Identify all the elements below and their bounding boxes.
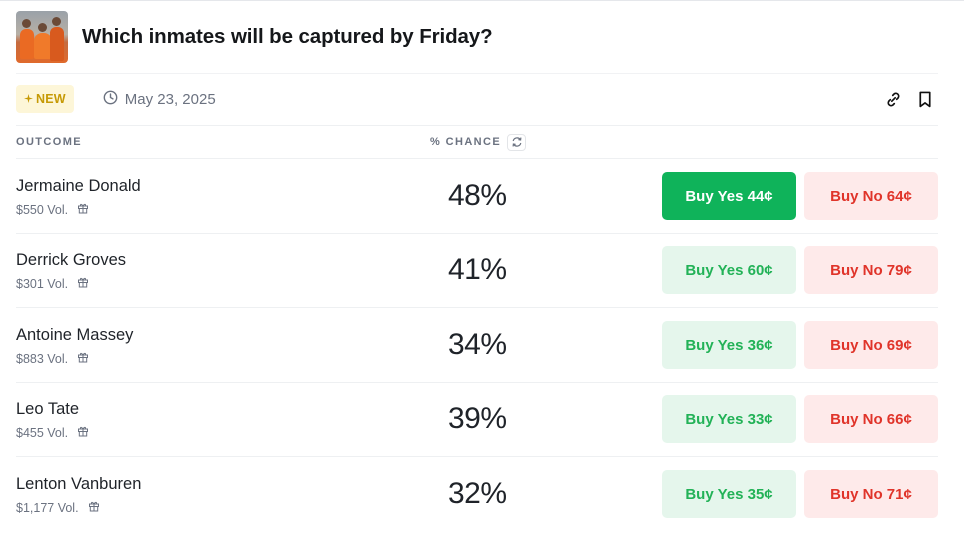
- buy-yes-button[interactable]: Buy Yes 33¢: [662, 395, 796, 443]
- buy-no-button[interactable]: Buy No 71¢: [804, 470, 938, 518]
- gift-icon[interactable]: [77, 202, 89, 217]
- market-title: Which inmates will be captured by Friday…: [82, 25, 493, 48]
- meta-divider: [16, 125, 938, 126]
- market-date: May 23, 2025: [103, 90, 216, 109]
- volume-text: $1,177 Vol.: [16, 500, 79, 515]
- buy-no-button[interactable]: Buy No 69¢: [804, 321, 938, 369]
- market-header: Which inmates will be captured by Friday…: [16, 11, 493, 63]
- buy-no-button[interactable]: Buy No 64¢: [804, 172, 938, 220]
- outcome-name: Lenton Vanburen: [16, 475, 142, 493]
- table-row: Leo Tate $455 Vol. 39% Buy Yes 33¢ Buy N…: [16, 382, 938, 456]
- market-meta-bar: NEW May 23, 2025: [16, 85, 938, 113]
- outcome-volume: $455 Vol.: [16, 425, 89, 440]
- outcome-chance: 39%: [448, 402, 507, 435]
- gift-icon[interactable]: [88, 500, 100, 515]
- buy-yes-button[interactable]: Buy Yes 60¢: [662, 246, 796, 294]
- outcome-chance: 32%: [448, 477, 507, 510]
- table-row: Antoine Massey $883 Vol. 34% Buy Yes 36¢…: [16, 308, 938, 382]
- outcome-name: Derrick Groves: [16, 251, 127, 269]
- outcome-volume: $301 Vol.: [16, 276, 89, 291]
- clock-icon: [103, 90, 118, 109]
- volume-text: $550 Vol.: [16, 202, 69, 217]
- market-actions: [884, 90, 934, 108]
- outcome-column-header: OUTCOME: [16, 136, 83, 148]
- outcome-name: Jermaine Donald: [16, 177, 141, 195]
- outcome-name: Leo Tate: [16, 400, 80, 418]
- sparkle-icon: [24, 92, 33, 106]
- link-icon[interactable]: [884, 90, 902, 108]
- gift-icon[interactable]: [77, 351, 89, 366]
- new-badge: NEW: [16, 85, 74, 113]
- buy-yes-button[interactable]: Buy Yes 44¢: [662, 172, 796, 220]
- new-badge-label: NEW: [36, 92, 66, 106]
- buy-no-button[interactable]: Buy No 79¢: [804, 246, 938, 294]
- volume-text: $455 Vol.: [16, 425, 69, 440]
- table-row: Jermaine Donald $550 Vol. 48% Buy Yes 44…: [16, 159, 938, 233]
- gift-icon[interactable]: [77, 425, 89, 440]
- outcome-name: Antoine Massey: [16, 326, 134, 344]
- table-row: Derrick Groves $301 Vol. 41% Buy Yes 60¢…: [16, 233, 938, 307]
- chance-column-header: % CHANCE: [430, 133, 527, 151]
- gift-icon[interactable]: [77, 276, 89, 291]
- header-divider: [16, 73, 938, 74]
- outcome-chance: 48%: [448, 179, 507, 212]
- outcome-chance: 41%: [448, 253, 507, 286]
- top-divider: [0, 0, 964, 1]
- refresh-icon[interactable]: [507, 133, 527, 151]
- buy-yes-button[interactable]: Buy Yes 36¢: [662, 321, 796, 369]
- outcome-volume: $883 Vol.: [16, 351, 89, 366]
- bookmark-icon[interactable]: [916, 90, 934, 108]
- outcome-volume: $550 Vol.: [16, 202, 89, 217]
- market-thumbnail: [16, 11, 68, 63]
- outcome-volume: $1,177 Vol.: [16, 500, 100, 515]
- table-row: Lenton Vanburen $1,177 Vol. 32% Buy Yes …: [16, 457, 938, 531]
- buy-no-button[interactable]: Buy No 66¢: [804, 395, 938, 443]
- volume-text: $301 Vol.: [16, 276, 69, 291]
- buy-yes-button[interactable]: Buy Yes 35¢: [662, 470, 796, 518]
- volume-text: $883 Vol.: [16, 351, 69, 366]
- outcome-chance: 34%: [448, 328, 507, 361]
- chance-column-label: % CHANCE: [430, 136, 502, 148]
- market-date-text: May 23, 2025: [124, 90, 216, 108]
